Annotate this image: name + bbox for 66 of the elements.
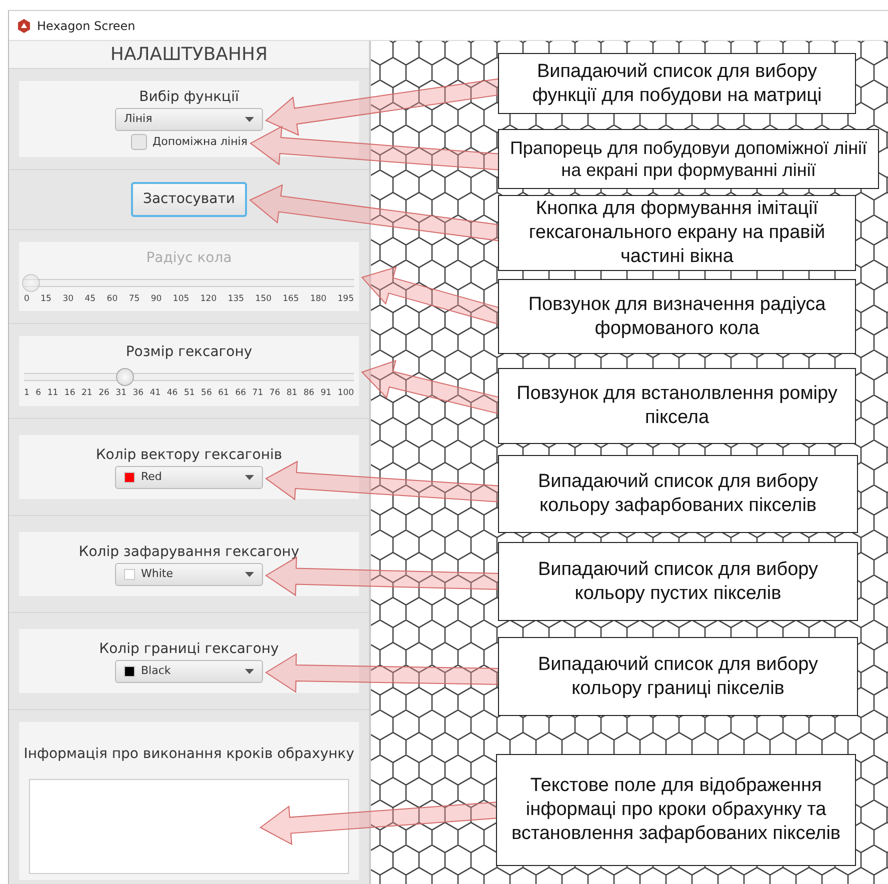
slider-label: Радіус кола [146,248,232,268]
tick-label: 195 [338,292,354,306]
tick-label: 45 [84,292,96,306]
callout-box: Повзунок для визначення радіуса формованого кола [498,279,856,354]
tick-label: 75 [128,292,140,306]
field-label: Колір вектору гексагонів [96,446,282,465]
tick-label: 46 [166,387,178,400]
callout-box: Випадаючий список для вибору функції для побудови на матриці [498,53,856,114]
field-label: Колір границі гексагону [99,640,279,659]
color-dropdown[interactable]: Red [115,466,263,489]
apply-button[interactable]: Застосувати [130,182,248,216]
tick-label: 30 [62,292,74,306]
tick-label: 91 [320,387,332,400]
tick-label: 15 [40,292,52,306]
tick-label: 180 [310,292,326,306]
tick-label: 6 [36,387,42,400]
tick-label: 86 [304,387,314,400]
callout-box: Текстове поле для відображення інформаці про кроки обрахунку та встановлення зафарбованих пікселів [496,754,856,866]
callout-box: Випадаючий список для вибору кольору пустих пікселів [498,542,858,621]
color-dropdown[interactable]: Black [115,660,263,683]
slider-thumb[interactable] [116,368,134,386]
tick-label: 31 [116,387,126,400]
field-label: Колір зафарування гексагону [78,543,300,562]
slider-label: Розмір гексагону [126,343,252,362]
callout-box: Кнопка для формування імітації гексагонального екрану на правій частині вікна [498,195,856,271]
caret-icon [245,117,254,122]
window-title: Hexagon Screen [37,18,136,34]
tick-label: 26 [98,387,110,400]
tick-label: 90 [150,292,162,306]
tick-label: 41 [150,387,161,400]
caret-icon [245,475,254,480]
caret-icon [245,669,254,674]
tick-label: 21 [82,387,92,400]
tick-label: 135 [228,292,244,306]
tick-label: 165 [282,292,299,306]
text-area[interactable] [29,779,349,874]
tick-label: 76 [269,387,280,400]
panel-heading: НАЛАШТУВАННЯ [9,41,369,69]
tick-label: 81 [286,387,298,400]
tick-label: 71 [252,387,264,400]
tick-label: 36 [132,387,144,400]
tick-label: 0 [24,292,30,306]
tick-label: 56 [201,387,212,400]
tick-label: 1 [24,387,30,400]
function-dropdown[interactable]: Лінія [115,108,263,131]
tick-label: 51 [184,387,195,400]
checkbox-label: Допоміжна лінія [152,134,248,150]
callout-box: Випадаючий список для вибору кольору зафарбованих пікселів [498,455,858,533]
tick-label: 61 [218,387,229,400]
caret-icon [245,572,254,577]
callout-box: Прапорець для побудовуи допоміжної лінії на екрані при формуванні лінії [498,129,879,189]
field-label: Інформація про виконання кроків обрахунку [24,745,354,764]
tick-label: 120 [200,292,217,306]
app-logo-icon [17,18,31,32]
tick-label: 105 [172,292,190,306]
tick-label: 150 [255,292,272,306]
tick-label: 100 [338,387,354,400]
callout-box: Випадаючий список для вибору кольору границі пікселів [498,637,858,716]
checkbox[interactable] [130,134,147,150]
callout-box: Повзунок для встанолвлення роміру піксела [498,368,856,444]
tick-label: 66 [235,387,246,400]
color-dropdown[interactable]: White [115,563,263,586]
field-label: Вибір функції [139,88,239,107]
tick-label: 16 [64,387,76,400]
tick-label: 11 [47,387,58,400]
tick-label: 60 [106,292,118,306]
